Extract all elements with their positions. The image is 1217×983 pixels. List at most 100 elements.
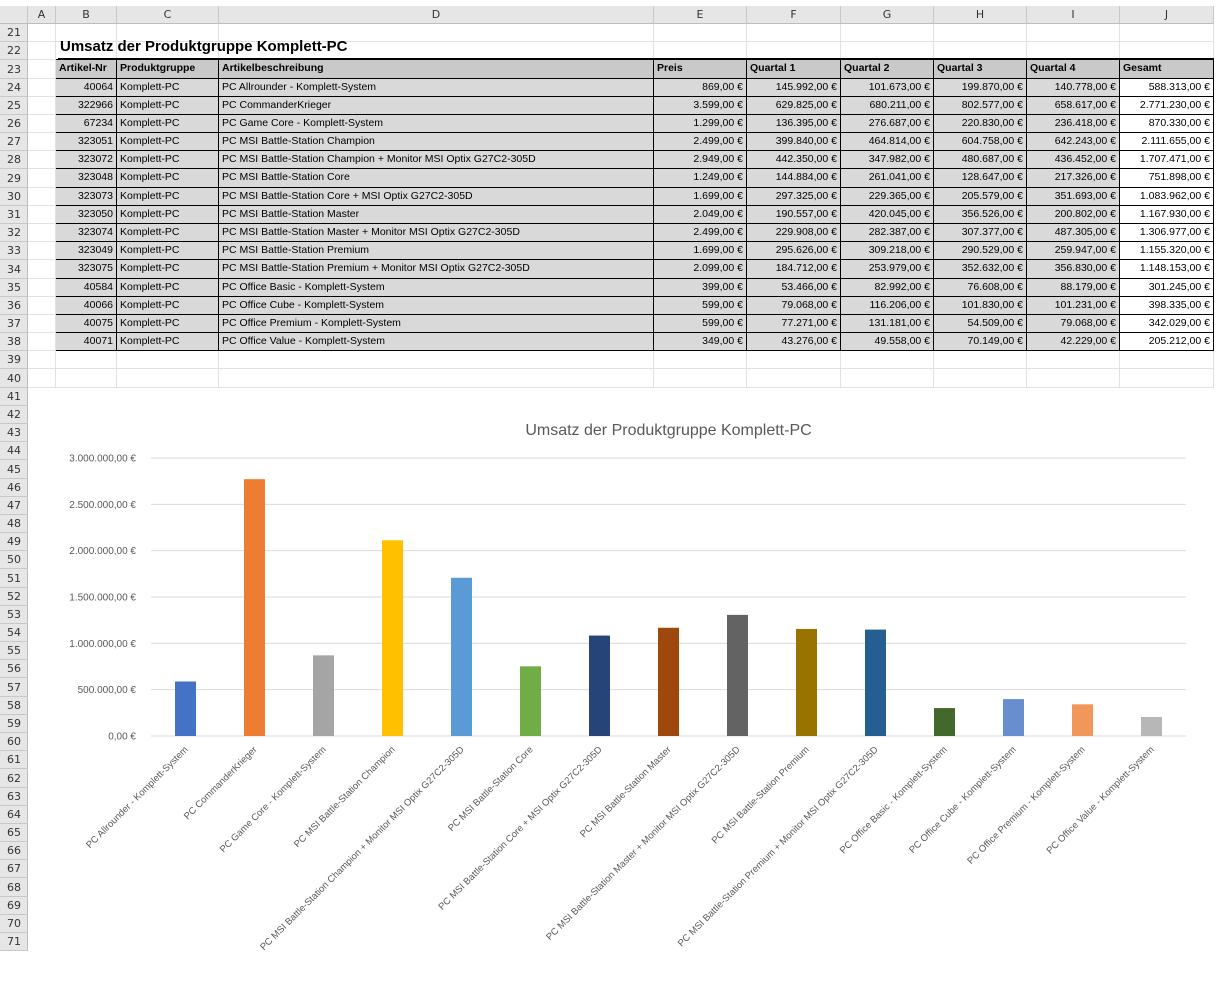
row-header-68[interactable]: 68 (0, 878, 28, 897)
bar-7[interactable] (589, 635, 610, 736)
table-cell[interactable]: 323048 (56, 169, 117, 188)
row-header-64[interactable]: 64 (0, 806, 28, 824)
table-cell[interactable]: 205.212,00 € (1120, 333, 1214, 351)
bar-4[interactable] (382, 540, 403, 736)
row-header-59[interactable]: 59 (0, 715, 28, 733)
bar-5[interactable] (451, 577, 472, 736)
table-cell[interactable]: 1.707.471,00 € (1120, 151, 1214, 169)
table-cell[interactable]: 290.529,00 € (934, 242, 1027, 260)
bar-14[interactable] (1072, 704, 1093, 736)
table-cell[interactable]: 3.599,00 € (654, 97, 747, 115)
row-header-67[interactable]: 67 (0, 860, 28, 878)
table-cell[interactable]: 70.149,00 € (934, 333, 1027, 351)
table-cell[interactable]: 77.271,00 € (747, 315, 841, 333)
table-cell[interactable]: 220.830,00 € (934, 115, 1027, 133)
table-cell[interactable]: 217.326,00 € (1027, 169, 1120, 188)
row-header-39[interactable]: 39 (0, 351, 28, 369)
table-cell[interactable]: 82.992,00 € (841, 279, 934, 297)
table-cell[interactable]: 442.350,00 € (747, 151, 841, 169)
row-header-34[interactable]: 34 (0, 260, 28, 279)
row-header-69[interactable]: 69 (0, 897, 28, 915)
table-cell[interactable]: PC MSI Battle-Station Premium (219, 242, 654, 260)
table-cell[interactable]: 323050 (56, 206, 117, 224)
table-cell[interactable]: 420.045,00 € (841, 206, 934, 224)
table-cell[interactable]: 629.825,00 € (747, 97, 841, 115)
table-cell[interactable]: 128.647,00 € (934, 169, 1027, 188)
row-header-52[interactable]: 52 (0, 588, 28, 606)
table-cell[interactable]: Komplett-PC (117, 188, 219, 206)
column-header-h[interactable]: H (934, 6, 1027, 24)
table-cell[interactable]: 282.387,00 € (841, 224, 934, 242)
table-cell[interactable]: Komplett-PC (117, 169, 219, 188)
table-cell[interactable]: PC CommanderKrieger (219, 97, 654, 115)
row-header-46[interactable]: 46 (0, 479, 28, 497)
table-header-artikelbeschreibung[interactable]: Artikelbeschreibung (219, 60, 654, 79)
bar-10[interactable] (796, 628, 817, 736)
table-cell[interactable]: 356.526,00 € (934, 206, 1027, 224)
table-cell[interactable]: 2.111.655,00 € (1120, 133, 1214, 151)
table-cell[interactable]: 464.814,00 € (841, 133, 934, 151)
row-header-25[interactable]: 25 (0, 97, 28, 115)
row-header-48[interactable]: 48 (0, 515, 28, 533)
table-header-gesamt[interactable]: Gesamt (1120, 60, 1214, 79)
sales-bar-chart[interactable]: Umsatz der Produktgruppe Komplett-PC 0,00… (56, 410, 1214, 983)
table-cell[interactable]: 869,00 € (654, 79, 747, 97)
table-cell[interactable]: 870.330,00 € (1120, 115, 1214, 133)
table-cell[interactable]: 253.979,00 € (841, 260, 934, 279)
table-cell[interactable]: 356.830,00 € (1027, 260, 1120, 279)
table-cell[interactable]: 323073 (56, 188, 117, 206)
table-cell[interactable]: 43.276,00 € (747, 333, 841, 351)
table-cell[interactable]: PC MSI Battle-Station Master (219, 206, 654, 224)
table-cell[interactable]: Komplett-PC (117, 151, 219, 169)
table-cell[interactable]: 88.179,00 € (1027, 279, 1120, 297)
bar-9[interactable] (727, 614, 748, 736)
table-cell[interactable]: 1.699,00 € (654, 242, 747, 260)
table-cell[interactable]: 1.148.153,00 € (1120, 260, 1214, 279)
bar-13[interactable] (1003, 699, 1024, 736)
bar-15[interactable] (1141, 716, 1162, 736)
table-cell[interactable]: PC Office Value - Komplett-System (219, 333, 654, 351)
table-cell[interactable]: 658.617,00 € (1027, 97, 1120, 115)
table-cell[interactable]: 323072 (56, 151, 117, 169)
row-header-62[interactable]: 62 (0, 769, 28, 788)
table-header-produktgruppe[interactable]: Produktgruppe (117, 60, 219, 79)
table-header-quartal-1[interactable]: Quartal 1 (747, 60, 841, 79)
table-cell[interactable]: 49.558,00 € (841, 333, 934, 351)
column-header-g[interactable]: G (841, 6, 934, 24)
table-cell[interactable]: 261.041,00 € (841, 169, 934, 188)
row-header-63[interactable]: 63 (0, 788, 28, 806)
table-cell[interactable]: Komplett-PC (117, 260, 219, 279)
table-header-quartal-2[interactable]: Quartal 2 (841, 60, 934, 79)
table-cell[interactable]: 79.068,00 € (1027, 315, 1120, 333)
table-cell[interactable]: PC Office Basic - Komplett-System (219, 279, 654, 297)
table-cell[interactable]: 349,00 € (654, 333, 747, 351)
table-cell[interactable]: 259.947,00 € (1027, 242, 1120, 260)
row-header-47[interactable]: 47 (0, 497, 28, 515)
table-cell[interactable]: 436.452,00 € (1027, 151, 1120, 169)
row-header-57[interactable]: 57 (0, 678, 28, 697)
row-header-60[interactable]: 60 (0, 733, 28, 751)
table-cell[interactable]: 40064 (56, 79, 117, 97)
table-cell[interactable]: 1.167.930,00 € (1120, 206, 1214, 224)
sheet-title[interactable]: Umsatz der Produktgruppe Komplett-PC (60, 38, 348, 55)
table-cell[interactable]: 297.325,00 € (747, 188, 841, 206)
table-cell[interactable]: 116.206,00 € (841, 297, 934, 315)
table-cell[interactable]: 200.802,00 € (1027, 206, 1120, 224)
table-cell[interactable]: 642.243,00 € (1027, 133, 1120, 151)
row-header-38[interactable]: 38 (0, 333, 28, 351)
table-cell[interactable]: Komplett-PC (117, 206, 219, 224)
row-header-41[interactable]: 41 (0, 388, 28, 406)
table-cell[interactable]: PC MSI Battle-Station Champion + Monitor… (219, 151, 654, 169)
table-cell[interactable]: Komplett-PC (117, 333, 219, 351)
row-header-28[interactable]: 28 (0, 151, 28, 169)
table-cell[interactable]: PC MSI Battle-Station Premium + Monitor … (219, 260, 654, 279)
table-cell[interactable]: 323074 (56, 224, 117, 242)
table-cell[interactable]: 588.313,00 € (1120, 79, 1214, 97)
row-header-43[interactable]: 43 (0, 424, 28, 442)
table-cell[interactable]: 2.771.230,00 € (1120, 97, 1214, 115)
table-cell[interactable]: 323049 (56, 242, 117, 260)
table-cell[interactable]: 229.908,00 € (747, 224, 841, 242)
row-header-30[interactable]: 30 (0, 188, 28, 206)
table-cell[interactable]: PC MSI Battle-Station Core + MSI Optix G… (219, 188, 654, 206)
table-cell[interactable]: 487.305,00 € (1027, 224, 1120, 242)
